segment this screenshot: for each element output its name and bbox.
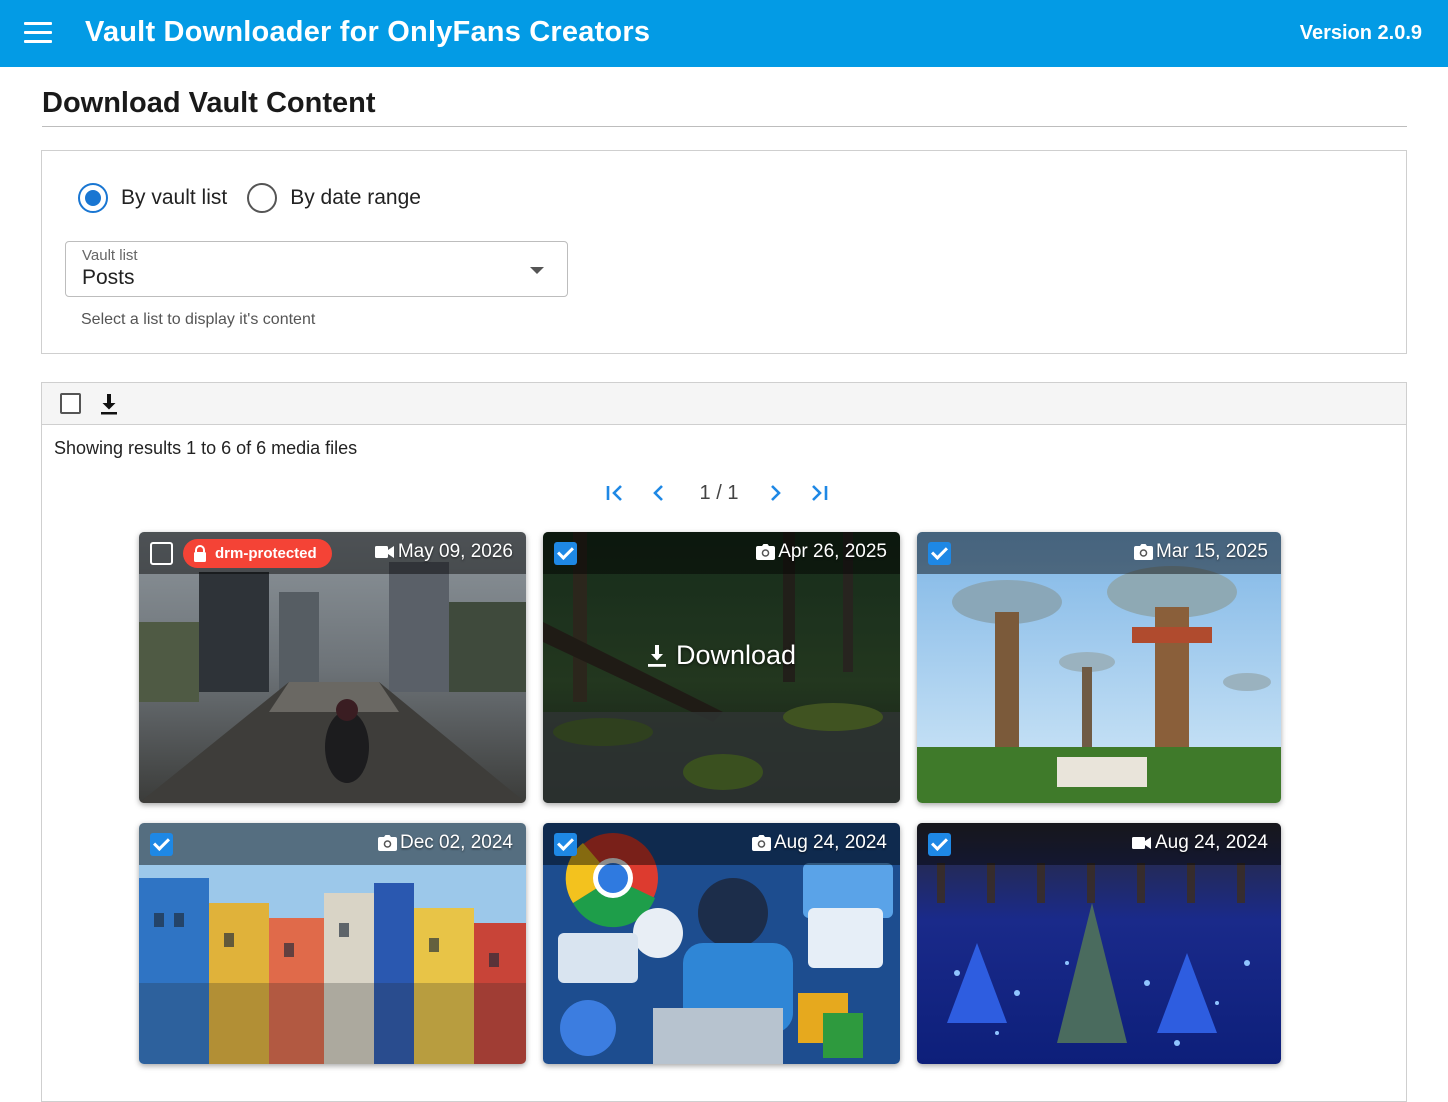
vault-list-select-value: Posts — [82, 266, 135, 289]
media-date: Apr 26, 2025 — [756, 541, 887, 563]
camera-icon — [751, 835, 771, 851]
vault-list-select[interactable]: Vault list Posts — [65, 241, 568, 297]
radio-by-date-range[interactable] — [247, 183, 278, 213]
media-checkbox[interactable] — [928, 833, 951, 856]
media-checkbox[interactable] — [554, 542, 577, 565]
dropdown-caret-icon — [530, 267, 544, 274]
drm-badge-label: drm-protected — [215, 545, 317, 562]
media-card[interactable]: Aug 24, 2024 — [917, 823, 1281, 1064]
app-bar: Vault Downloader for OnlyFans Creators V… — [0, 0, 1448, 67]
download-icon — [647, 644, 666, 667]
mode-radio-group: By vault list By date range — [78, 183, 441, 213]
media-date-text: Apr 26, 2025 — [778, 541, 887, 562]
media-card[interactable]: Aug 24, 2024 — [543, 823, 900, 1064]
title-divider — [42, 126, 1407, 127]
media-card[interactable]: Mar 15, 2025 — [917, 532, 1281, 803]
download-icon[interactable] — [98, 392, 120, 416]
camera-icon — [756, 544, 776, 560]
pagination: 1 / 1 — [602, 480, 832, 506]
media-checkbox[interactable] — [928, 542, 951, 565]
media-date-text: Aug 24, 2024 — [1154, 832, 1268, 853]
media-checkbox[interactable] — [150, 833, 173, 856]
menu-icon[interactable] — [24, 22, 54, 46]
media-date: Aug 24, 2024 — [751, 832, 887, 854]
camera-icon — [1134, 544, 1154, 560]
media-date-text: Aug 24, 2024 — [773, 832, 887, 853]
options-panel: By vault list By date range Vault list P… — [41, 150, 1407, 354]
results-summary: Showing results 1 to 6 of 6 media files — [54, 438, 358, 458]
media-card[interactable]: Dec 02, 2024 — [139, 823, 526, 1064]
media-date: May 09, 2026 — [374, 541, 513, 563]
page-title: Download Vault Content — [42, 87, 376, 119]
media-date: Mar 15, 2025 — [1134, 541, 1268, 563]
media-date-text: Dec 02, 2024 — [399, 832, 513, 853]
app-version: Version 2.0.9 — [1299, 22, 1422, 44]
previous-page-icon[interactable] — [646, 480, 672, 506]
select-all-checkbox[interactable] — [60, 393, 81, 414]
app-title: Vault Downloader for OnlyFans Creators — [85, 16, 651, 48]
media-checkbox[interactable] — [554, 833, 577, 856]
media-card[interactable]: drm-protected May 09, 2026 — [139, 532, 526, 803]
last-page-icon[interactable] — [806, 480, 832, 506]
media-date-text: Mar 15, 2025 — [1156, 541, 1268, 562]
media-checkbox[interactable] — [150, 542, 173, 565]
drm-badge: drm-protected — [183, 539, 332, 568]
video-icon — [374, 546, 394, 558]
results-toolbar — [42, 383, 1406, 425]
radio-by-vault-list[interactable] — [78, 183, 108, 213]
media-date: Dec 02, 2024 — [377, 832, 513, 854]
camera-icon — [377, 835, 397, 851]
first-page-icon[interactable] — [602, 480, 628, 506]
media-date-text: May 09, 2026 — [397, 541, 513, 562]
radio-by-vault-list-label[interactable]: By vault list — [121, 186, 227, 210]
media-date: Aug 24, 2024 — [1131, 832, 1268, 854]
download-overlay-label: Download — [675, 640, 797, 670]
download-overlay-button[interactable]: Download — [543, 640, 900, 671]
lock-icon — [194, 545, 206, 562]
media-card[interactable]: Apr 26, 2025 Download — [543, 532, 900, 803]
radio-by-date-range-label[interactable]: By date range — [290, 186, 421, 210]
vault-list-help-text: Select a list to display it's content — [81, 311, 316, 328]
vault-list-select-label: Vault list — [82, 247, 138, 264]
video-icon — [1131, 837, 1151, 849]
next-page-icon[interactable] — [762, 480, 788, 506]
page-indicator: 1 / 1 — [699, 481, 739, 504]
